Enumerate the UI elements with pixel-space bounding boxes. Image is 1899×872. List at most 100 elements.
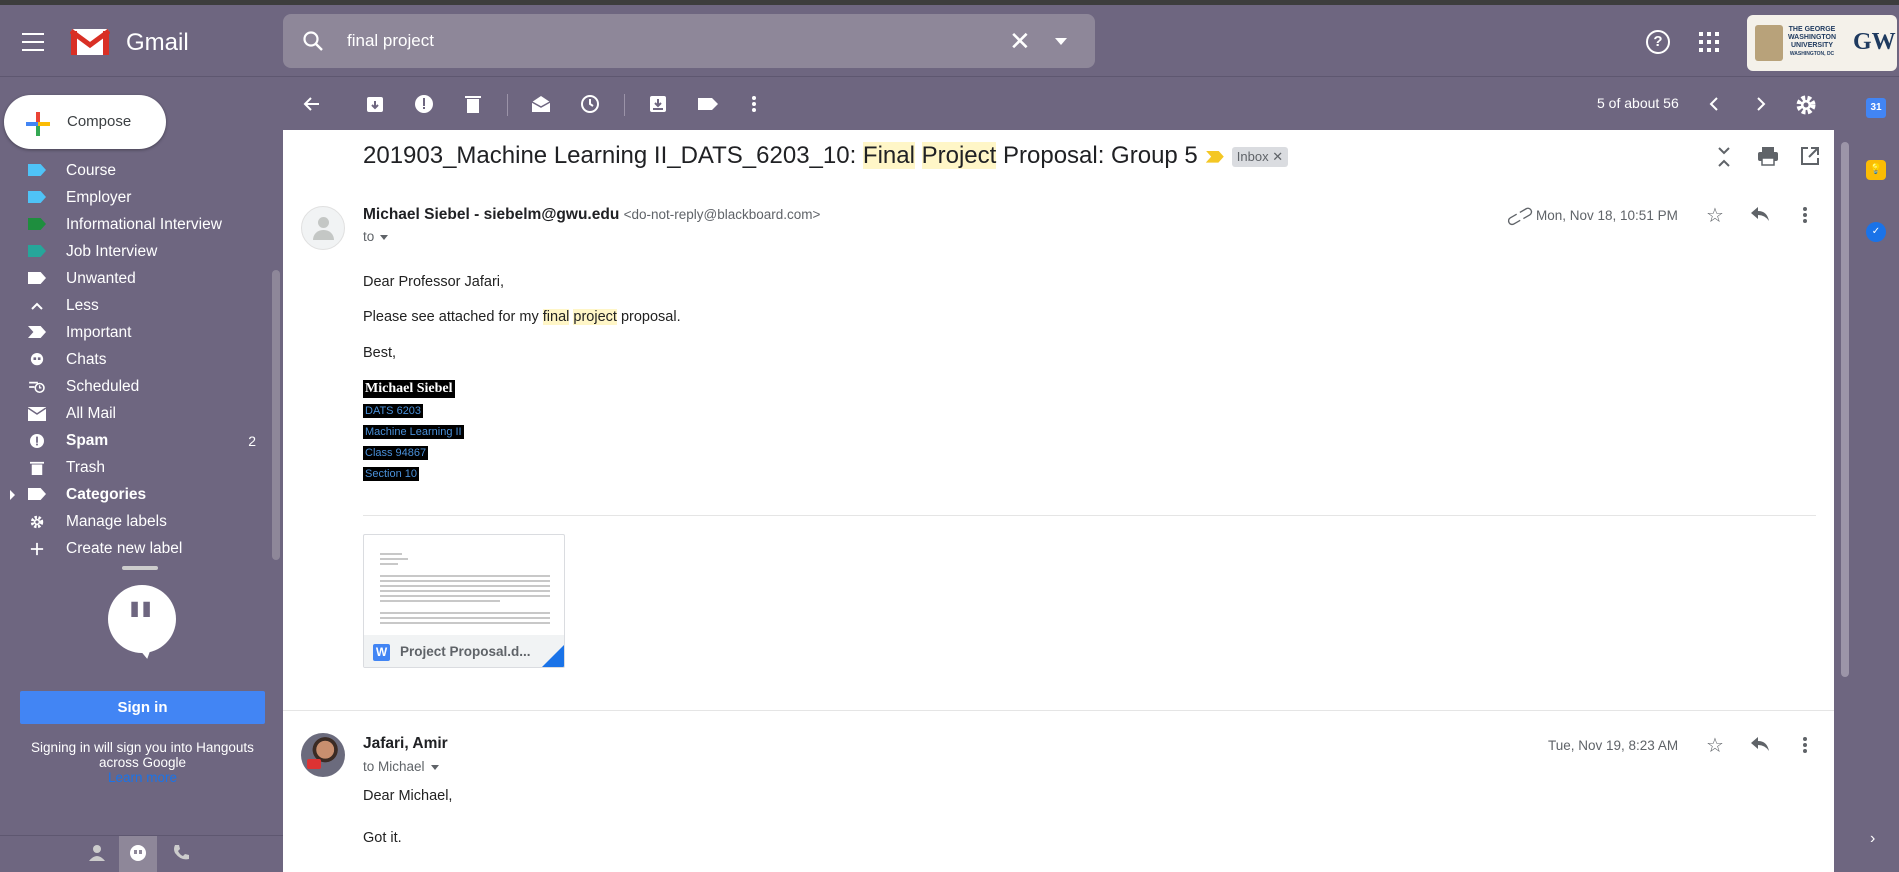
sender-avatar[interactable] xyxy=(301,206,345,250)
spam-count: 2 xyxy=(248,433,256,449)
search-icon[interactable] xyxy=(301,29,325,53)
search-bar[interactable]: final project ✕ xyxy=(283,14,1095,68)
main-menu-icon[interactable] xyxy=(22,33,46,51)
sender-email: <do-not-reply@blackboard.com> xyxy=(623,207,821,222)
signature-line: DATS 6203 xyxy=(363,404,424,418)
sidebar-item-job-interview[interactable]: Job Interview xyxy=(0,239,270,266)
message-closing: Best, xyxy=(363,345,397,361)
expand-panel-icon[interactable]: › xyxy=(1870,830,1875,848)
attachment-divider xyxy=(363,515,1816,516)
remove-label-icon[interactable]: ✕ xyxy=(1272,149,1283,164)
sidebar-item-manage-labels[interactable]: Manage labels xyxy=(0,509,270,536)
search-input[interactable]: final project xyxy=(347,31,434,51)
help-icon[interactable]: ? xyxy=(1646,30,1670,54)
sidebar-item-unwanted[interactable]: Unwanted xyxy=(0,266,270,293)
gear-icon xyxy=(30,515,44,529)
message-scrollbar[interactable] xyxy=(1838,130,1852,872)
recipients-toggle[interactable]: to Michael xyxy=(363,759,439,774)
archive-icon[interactable] xyxy=(365,94,385,114)
mark-unread-icon[interactable] xyxy=(531,94,551,114)
reply-icon[interactable] xyxy=(1749,205,1771,227)
label-icon xyxy=(28,272,46,286)
signature-line: Class 94867 xyxy=(363,446,429,460)
chevron-down-icon xyxy=(430,764,439,770)
sidebar-item-scheduled[interactable]: Scheduled xyxy=(0,374,270,401)
sidebar-item-all-mail[interactable]: All Mail xyxy=(0,401,270,428)
trash-icon xyxy=(30,461,44,475)
sidebar-scrollbar[interactable] xyxy=(272,270,280,560)
label-icon xyxy=(28,218,46,232)
print-icon[interactable] xyxy=(1757,146,1779,168)
delete-icon[interactable] xyxy=(463,94,483,114)
sidebar-item-create-new-label[interactable]: Create new label xyxy=(0,536,270,563)
gw-abbreviation: GW xyxy=(1853,29,1896,55)
label-as-icon[interactable] xyxy=(697,94,718,114)
snooze-icon[interactable] xyxy=(580,94,600,114)
sidebar-item-course[interactable]: Course xyxy=(0,158,270,185)
sidebar-item-categories[interactable]: Categories xyxy=(0,482,270,509)
chevron-down-icon xyxy=(380,234,389,240)
sidebar-item-spam[interactable]: Spam 2 xyxy=(0,428,270,455)
learn-more-link[interactable]: Learn more xyxy=(20,770,265,785)
sidebar-item-employer[interactable]: Employer xyxy=(0,185,270,212)
signature-line: Section 10 xyxy=(363,467,419,481)
google-apps-icon[interactable] xyxy=(1699,32,1719,52)
hangouts-tab-icon[interactable] xyxy=(119,836,157,872)
message-date: Mon, Nov 18, 10:51 PM xyxy=(1536,208,1678,223)
previous-icon[interactable] xyxy=(1705,94,1725,114)
star-icon[interactable]: ☆ xyxy=(1704,735,1726,757)
label-icon xyxy=(28,164,46,178)
app-name[interactable]: Gmail xyxy=(126,29,189,57)
sender-avatar[interactable] xyxy=(301,733,345,777)
more-actions-icon[interactable] xyxy=(1794,735,1816,757)
hangouts-sign-in-button[interactable]: Sign in xyxy=(20,691,265,724)
keep-icon[interactable]: 💡 xyxy=(1866,160,1886,180)
inbox-label-chip[interactable]: Inbox ✕ xyxy=(1231,146,1289,167)
tasks-icon[interactable]: ✓ xyxy=(1866,222,1886,242)
sidebar-item-chats[interactable]: Chats xyxy=(0,347,270,374)
phone-icon[interactable] xyxy=(170,844,192,866)
sidebar-item-informational-interview[interactable]: Informational Interview xyxy=(0,212,270,239)
signature-line: Machine Learning II xyxy=(363,425,464,439)
contacts-icon[interactable] xyxy=(86,844,108,866)
star-icon[interactable]: ☆ xyxy=(1704,205,1726,227)
attachment-icon: ⊂⊃ xyxy=(1501,199,1538,233)
clear-search-icon[interactable]: ✕ xyxy=(1009,26,1031,57)
sidebar-item-less[interactable]: Less xyxy=(0,293,270,320)
importance-marker-icon[interactable] xyxy=(1205,150,1224,163)
attachment-preview xyxy=(380,553,550,627)
move-to-icon[interactable] xyxy=(648,94,668,114)
collapse-all-icon[interactable] xyxy=(1713,146,1735,168)
search-highlight: Project xyxy=(921,142,997,169)
open-in-new-window-icon[interactable] xyxy=(1799,146,1821,168)
attachment-filename: Project Proposal.d... xyxy=(400,644,531,659)
attachment-footer: W Project Proposal.d... xyxy=(364,635,564,667)
search-options-icon[interactable] xyxy=(1055,38,1067,45)
sender-name[interactable]: Michael Siebel - siebelm@gwu.edu <do-not… xyxy=(363,206,820,224)
organization-logo[interactable]: THE GEORGE WASHINGTON UNIVERSITY WASHING… xyxy=(1747,15,1897,71)
sidebar-item-trash[interactable]: Trash xyxy=(0,455,270,482)
compose-button[interactable]: Compose xyxy=(4,95,166,149)
next-icon[interactable] xyxy=(1750,94,1770,114)
settings-gear-icon[interactable] xyxy=(1795,94,1816,115)
label-icon xyxy=(28,191,46,205)
reply-icon[interactable] xyxy=(1749,735,1771,757)
more-actions-icon[interactable] xyxy=(1794,205,1816,227)
sidebar-item-important[interactable]: Important xyxy=(0,320,270,347)
back-icon[interactable] xyxy=(302,94,322,114)
scrollbar-thumb[interactable] xyxy=(1841,142,1849,677)
attachment-card[interactable]: W Project Proposal.d... xyxy=(363,534,565,668)
message-pane: 201903_Machine Learning II_DATS_6203_10:… xyxy=(283,130,1834,872)
gmail-logo-icon[interactable] xyxy=(70,27,110,57)
recipients-toggle[interactable]: to xyxy=(363,229,389,244)
expand-arrow-icon[interactable] xyxy=(10,490,15,500)
important-icon xyxy=(28,326,46,340)
report-spam-icon[interactable] xyxy=(414,94,434,114)
panel-resize-handle[interactable] xyxy=(122,566,158,570)
calendar-icon[interactable]: 31 xyxy=(1866,98,1886,118)
sender-name[interactable]: Jafari, Amir xyxy=(363,735,448,753)
plus-icon xyxy=(26,112,50,136)
more-options-icon[interactable] xyxy=(744,94,764,114)
attachment-corner-icon xyxy=(542,645,564,667)
hangouts-icon: " xyxy=(108,585,176,657)
